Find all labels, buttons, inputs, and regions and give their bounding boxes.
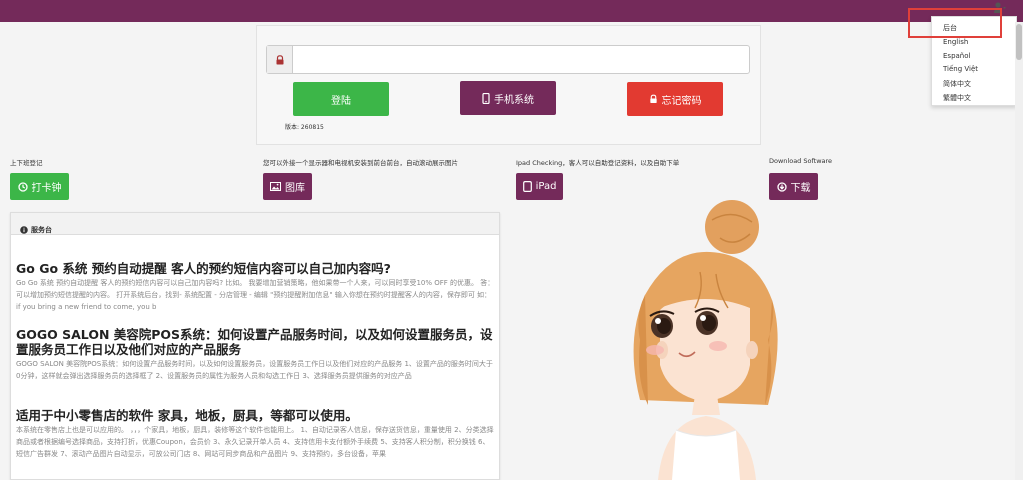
menu-item-vietnamese[interactable]: Tiếng Việt [943, 65, 978, 73]
scrollbar-thumb[interactable] [1016, 24, 1022, 60]
article-title[interactable]: Go Go 系统 预约自动提醒 客人的预约短信内容可以自己加内容吗? [16, 261, 496, 276]
time-clock-button[interactable]: 打卡钟 [10, 173, 69, 200]
article-body: GOGO SALON 美容院POS系统：如何设置产品服务时间，以及如何设置服务员… [16, 360, 493, 380]
gallery-button[interactable]: 图库 [263, 173, 312, 200]
password-input[interactable] [295, 48, 745, 71]
info-icon [20, 226, 28, 234]
login-button-label: 登陆 [331, 95, 351, 107]
ipad-button[interactable]: iPad [516, 173, 563, 200]
mobile-system-label: 手机系统 [494, 94, 534, 106]
mobile-phone-icon [482, 92, 490, 104]
login-button[interactable]: 登陆 [293, 82, 389, 116]
service-desk-label: 服务台 [31, 226, 52, 234]
highlight-box [908, 8, 1002, 38]
mascot-girl-illustration [633, 200, 778, 480]
version-text: 版本: 260815 [285, 124, 324, 131]
menu-item-english[interactable]: English [943, 38, 968, 46]
gallery-label: 图库 [285, 183, 305, 194]
picture-icon [270, 182, 281, 191]
service-desk-title: 服务台 [20, 225, 52, 235]
gallery-description: 您可以外接一个显示器和电视机安装到前台前台，自动滚动展示图片 [263, 159, 458, 167]
forgot-password-button[interactable]: 忘记密码 [627, 82, 723, 116]
menu-item-spanish[interactable]: Español [943, 52, 970, 60]
menu-item-traditional-chinese[interactable]: 繁體中文 [943, 93, 971, 103]
ipad-label: iPad [535, 181, 557, 192]
lock-addon [267, 46, 293, 73]
download-description: Download Software [769, 157, 833, 165]
forgot-password-label: 忘记密码 [661, 95, 702, 107]
article-title[interactable]: GOGO SALON 美容院POS系统：如何设置产品服务时间，以及如何设置服务员… [16, 327, 496, 357]
lock-icon [649, 94, 657, 104]
top-nav-bar [0, 0, 1023, 22]
article-title[interactable]: 适用于中小零售店的软件 家具，地板，厨具，等都可以使用。 [16, 408, 496, 423]
ipad-description: Ipad Checking，客人可以自助登记资料，以及自助下单 [516, 159, 680, 167]
article-body: Go Go 系统 预约自动提醒 客人的预约短信内容可以自己加内容吗? 比如。 我… [16, 279, 495, 311]
menu-item-simplified-chinese[interactable]: 简体中文 [943, 79, 971, 89]
clock-in-description: 上下班登记 [10, 159, 43, 167]
time-clock-label: 打卡钟 [31, 183, 62, 194]
scrollbar-track[interactable] [1015, 22, 1023, 480]
mobile-system-button[interactable]: 手机系统 [460, 81, 556, 115]
service-desk-panel: 服务台 Go Go 系统 预约自动提醒 客人的预约短信内容可以自己加内容吗? G… [10, 212, 500, 480]
service-desk-header: 服务台 [11, 213, 499, 235]
article-body: 本系统在零售店上也是可以应用的。 ，，，个家具，地板，厨具，装修等这个软件也能用… [16, 426, 494, 458]
password-input-group [266, 45, 750, 74]
lock-icon [276, 54, 283, 64]
tablet-icon [522, 181, 532, 192]
clock-icon [17, 181, 28, 192]
